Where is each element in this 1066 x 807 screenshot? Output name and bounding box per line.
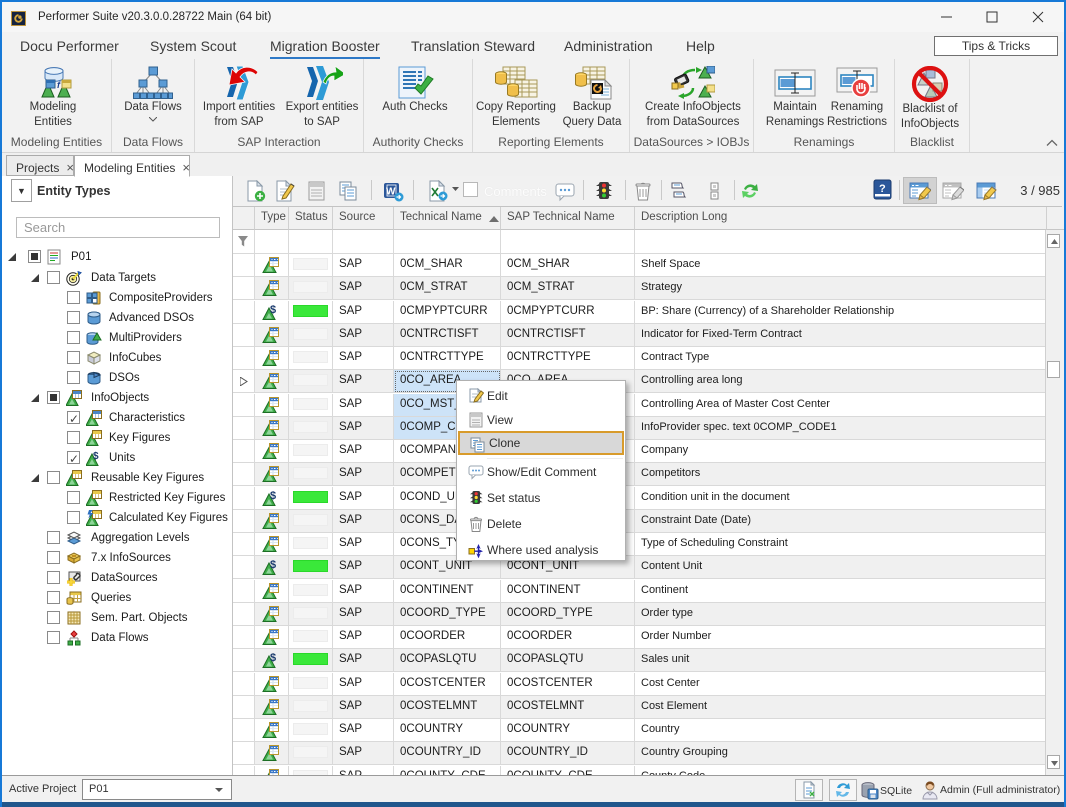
- svg-text:f: f: [57, 80, 61, 90]
- svg-text:?: ?: [879, 183, 886, 195]
